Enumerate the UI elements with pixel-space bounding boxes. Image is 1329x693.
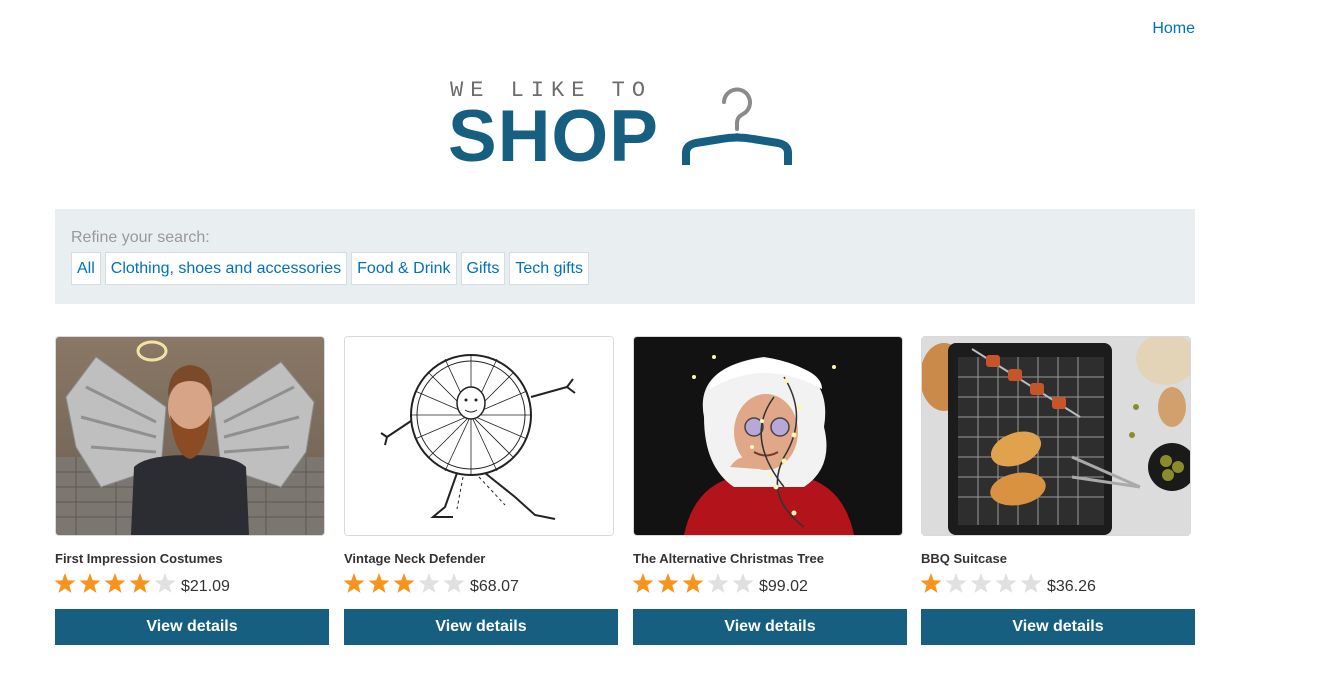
star-filled-icon <box>129 573 151 593</box>
star-rating <box>54 573 176 593</box>
product-price: $21.09 <box>181 578 230 595</box>
star-rating <box>920 573 1042 593</box>
star-filled-icon <box>343 573 365 593</box>
product-image[interactable] <box>344 336 614 536</box>
star-filled-icon <box>104 573 126 593</box>
home-link[interactable]: Home <box>1152 20 1195 38</box>
site-logo[interactable]: WE LIKE TO SHOP <box>448 78 808 178</box>
star-filled-icon <box>657 573 679 593</box>
filter-panel: Refine your search: All Clothing, shoes … <box>55 209 1195 304</box>
star-empty-icon <box>970 573 992 593</box>
star-empty-icon <box>995 573 1017 593</box>
filter-label: Refine your search: <box>71 229 210 246</box>
star-empty-icon <box>418 573 440 593</box>
filter-gifts[interactable]: Gifts <box>460 252 506 285</box>
star-filled-icon <box>393 573 415 593</box>
product-card: First Impression Costumes $21.09 View de… <box>54 336 329 646</box>
star-filled-icon <box>79 573 101 593</box>
filter-all[interactable]: All <box>71 252 101 285</box>
logo-word: SHOP <box>448 96 659 177</box>
product-image[interactable] <box>633 336 903 536</box>
view-details-button[interactable]: View details <box>55 609 329 645</box>
star-filled-icon <box>632 573 654 593</box>
star-empty-icon <box>443 573 465 593</box>
product-name[interactable]: Vintage Neck Defender <box>344 551 485 566</box>
view-details-button[interactable]: View details <box>344 609 618 645</box>
star-rating <box>343 573 465 593</box>
product-price: $36.26 <box>1047 578 1096 595</box>
star-empty-icon <box>732 573 754 593</box>
top-nav: Home <box>0 0 1329 60</box>
filter-clothing[interactable]: Clothing, shoes and accessories <box>104 252 348 285</box>
product-image[interactable] <box>921 336 1191 536</box>
product-price: $68.07 <box>470 578 519 595</box>
view-details-button[interactable]: View details <box>633 609 907 645</box>
product-image[interactable] <box>55 336 325 536</box>
star-rating <box>632 573 754 593</box>
star-empty-icon <box>945 573 967 593</box>
product-name[interactable]: BBQ Suitcase <box>921 551 1007 566</box>
star-empty-icon <box>154 573 176 593</box>
star-filled-icon <box>54 573 76 593</box>
filter-list: All Clothing, shoes and accessories Food… <box>71 252 593 285</box>
product-card: BBQ Suitcase $36.26 View details <box>920 336 1195 646</box>
star-filled-icon <box>682 573 704 593</box>
star-empty-icon <box>707 573 729 593</box>
view-details-button[interactable]: View details <box>921 609 1195 645</box>
star-filled-icon <box>920 573 942 593</box>
star-empty-icon <box>1020 573 1042 593</box>
product-price: $99.02 <box>759 578 808 595</box>
hanger-icon <box>682 87 792 165</box>
star-filled-icon <box>368 573 390 593</box>
filter-food-drink[interactable]: Food & Drink <box>351 252 457 285</box>
product-card: Vintage Neck Defender $68.07 View detail… <box>343 336 618 646</box>
filter-tech-gifts[interactable]: Tech gifts <box>509 252 589 285</box>
product-name[interactable]: First Impression Costumes <box>55 551 223 566</box>
product-card: The Alternative Christmas Tree $99.02 Vi… <box>632 336 907 646</box>
product-name[interactable]: The Alternative Christmas Tree <box>633 551 824 566</box>
